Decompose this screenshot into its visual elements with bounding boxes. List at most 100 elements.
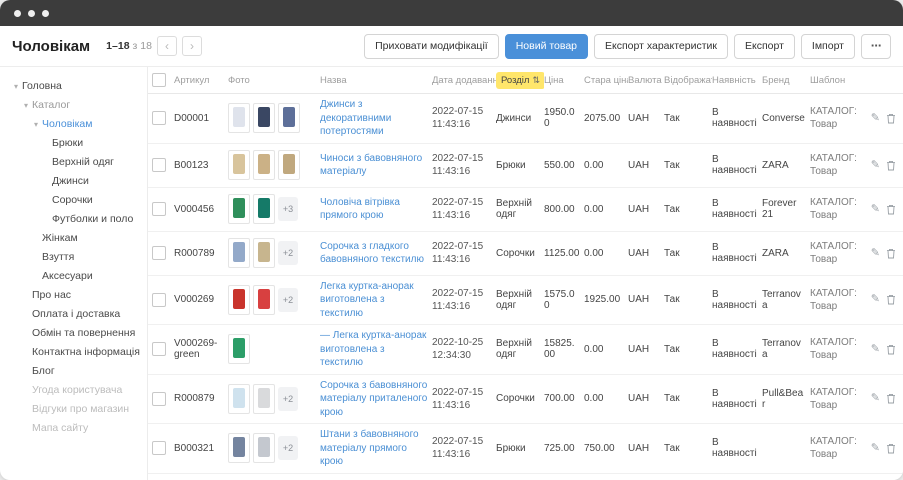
column-header-rozdil[interactable]: Розділ⇅ — [496, 72, 544, 89]
sidebar-item-pro-nas[interactable]: Про нас — [0, 286, 147, 305]
hide-modifications-button[interactable]: Приховати модифікації — [364, 34, 499, 59]
column-header-stara-tsina[interactable]: Стара ціна — [584, 75, 628, 86]
edit-icon[interactable]: ✎ — [871, 393, 880, 404]
export-button[interactable]: Експорт — [734, 34, 795, 59]
delete-icon[interactable] — [886, 344, 896, 355]
edit-icon[interactable]: ✎ — [871, 344, 880, 355]
product-photo[interactable] — [228, 433, 250, 463]
sidebar-item-obmin-ta-povernennia[interactable]: Обмін та повернення — [0, 324, 147, 343]
sort-icon[interactable]: ⇅ — [532, 75, 540, 86]
product-photo[interactable] — [228, 384, 250, 414]
column-header-artykul[interactable]: Артикул — [174, 75, 228, 86]
sidebar-item-dzhynsy[interactable]: Джинси — [0, 172, 147, 191]
product-photo[interactable] — [278, 103, 300, 133]
product-photo[interactable] — [228, 103, 250, 133]
product-name-link[interactable]: Чоловіча вітрівка прямого крою — [320, 196, 428, 223]
column-header-data-dodavannia[interactable]: Дата додавання — [432, 75, 496, 86]
row-checkbox[interactable] — [152, 342, 166, 356]
product-photo[interactable] — [228, 334, 250, 364]
more-photos-badge[interactable]: +3 — [278, 197, 298, 221]
export-attributes-button[interactable]: Експорт характеристик — [594, 34, 728, 59]
sidebar-item-aksesuary[interactable]: Аксесуари — [0, 267, 147, 286]
sidebar-item-mapa-saitu[interactable]: Мапа сайту — [0, 419, 147, 438]
edit-icon[interactable]: ✎ — [871, 204, 880, 215]
row-checkbox[interactable] — [152, 246, 166, 260]
window-control-dot[interactable] — [28, 10, 35, 17]
product-photo[interactable] — [228, 194, 250, 224]
edit-icon[interactable]: ✎ — [871, 294, 880, 305]
delete-icon[interactable] — [886, 113, 896, 124]
column-header-nazva[interactable]: Назва — [320, 75, 432, 86]
sidebar-item-kataloh[interactable]: ▾Каталог — [0, 96, 147, 115]
row-checkbox[interactable] — [152, 293, 166, 307]
sidebar-tree: ▾Головна▾Каталог▾ЧоловікамБрюкиВерхній о… — [0, 67, 148, 480]
sidebar-item-uhoda-korystuvacha[interactable]: Угода користувача — [0, 381, 147, 400]
row-checkbox[interactable] — [152, 158, 166, 172]
window-control-dot[interactable] — [42, 10, 49, 17]
column-header-foto[interactable]: Фото — [228, 75, 320, 86]
product-name-link[interactable]: Сорочка з бавовняного матеріалу притален… — [320, 379, 428, 420]
delete-icon[interactable] — [886, 204, 896, 215]
table-row: R000879+2Сорочка з бавовняного матеріалу… — [148, 375, 903, 425]
product-photo[interactable] — [228, 150, 250, 180]
delete-icon[interactable] — [886, 248, 896, 259]
row-checkbox[interactable] — [152, 392, 166, 406]
sidebar-item-oplata-i-dostavka[interactable]: Оплата і доставка — [0, 305, 147, 324]
sidebar-item-cholovikam[interactable]: ▾Чоловікам — [0, 115, 147, 134]
product-name-link[interactable]: Чиноси з бавовняного матеріалу — [320, 152, 428, 179]
column-header-naiavnist[interactable]: Наявність — [712, 75, 762, 86]
more-photos-badge[interactable]: +2 — [278, 436, 298, 460]
delete-icon[interactable] — [886, 443, 896, 454]
column-header-brend[interactable]: Бренд — [762, 75, 810, 86]
product-name-link[interactable]: Штани з бавовняного матеріалу прямого кр… — [320, 428, 428, 469]
sidebar-item-holovna[interactable]: ▾Головна — [0, 77, 147, 96]
edit-icon[interactable]: ✎ — [871, 248, 880, 259]
select-all-checkbox[interactable] — [152, 73, 166, 87]
sidebar-item-vzuttia[interactable]: Взуття — [0, 248, 147, 267]
product-photo[interactable] — [253, 103, 275, 133]
sidebar-item-kontaktna-informatsiia[interactable]: Контактна інформація — [0, 343, 147, 362]
sidebar-item-futbolky-i-polo[interactable]: Футболки и поло — [0, 210, 147, 229]
pagination-prev-button[interactable]: ‹ — [157, 36, 177, 56]
edit-icon[interactable]: ✎ — [871, 443, 880, 454]
product-photo[interactable] — [228, 238, 250, 268]
more-button[interactable]: ⋯ — [861, 34, 891, 59]
sidebar-item-sorochky[interactable]: Сорочки — [0, 191, 147, 210]
delete-icon[interactable] — [886, 393, 896, 404]
edit-icon[interactable]: ✎ — [871, 160, 880, 171]
sidebar-item-vidhuky-pro-mahazyn[interactable]: Відгуки про магазин — [0, 400, 147, 419]
product-name-link[interactable]: Сорочка з гладкого бавовняного текстилю — [320, 240, 428, 267]
more-photos-badge[interactable]: +2 — [278, 288, 298, 312]
sidebar-item-zhinkam[interactable]: Жінкам — [0, 229, 147, 248]
product-photo[interactable] — [253, 194, 275, 224]
product-photo[interactable] — [253, 433, 275, 463]
more-photos-badge[interactable]: +2 — [278, 387, 298, 411]
column-header-vidobrazhaty[interactable]: Відображати — [664, 75, 712, 86]
delete-icon[interactable] — [886, 294, 896, 305]
product-photo[interactable] — [253, 285, 275, 315]
row-checkbox[interactable] — [152, 111, 166, 125]
sidebar-item-verkhnii-odiah[interactable]: Верхній одяг — [0, 153, 147, 172]
sidebar-item-bloh[interactable]: Блог — [0, 362, 147, 381]
column-header-shablon[interactable]: Шаблон — [810, 75, 870, 86]
product-name-link[interactable]: Джинси з декоративними потертостями — [320, 98, 428, 139]
sidebar-item-bryuky[interactable]: Брюки — [0, 134, 147, 153]
row-checkbox[interactable] — [152, 202, 166, 216]
column-header-valiuta[interactable]: Валюта — [628, 75, 664, 86]
product-name-link[interactable]: — Легка куртка-анорак виготовлена з текс… — [320, 329, 428, 370]
product-photo[interactable] — [228, 285, 250, 315]
edit-icon[interactable]: ✎ — [871, 113, 880, 124]
row-checkbox[interactable] — [152, 441, 166, 455]
product-name-link[interactable]: Легка куртка-анорак виготовлена з тексти… — [320, 280, 428, 321]
more-photos-badge[interactable]: +2 — [278, 241, 298, 265]
import-button[interactable]: Імпорт — [801, 34, 855, 59]
window-control-dot[interactable] — [14, 10, 21, 17]
new-product-button[interactable]: Новий товар — [505, 34, 588, 59]
delete-icon[interactable] — [886, 160, 896, 171]
product-photo[interactable] — [253, 384, 275, 414]
product-photo[interactable] — [278, 150, 300, 180]
pagination-next-button[interactable]: › — [182, 36, 202, 56]
product-photo[interactable] — [253, 150, 275, 180]
column-header-tsina[interactable]: Ціна — [544, 75, 584, 86]
product-photo[interactable] — [253, 238, 275, 268]
